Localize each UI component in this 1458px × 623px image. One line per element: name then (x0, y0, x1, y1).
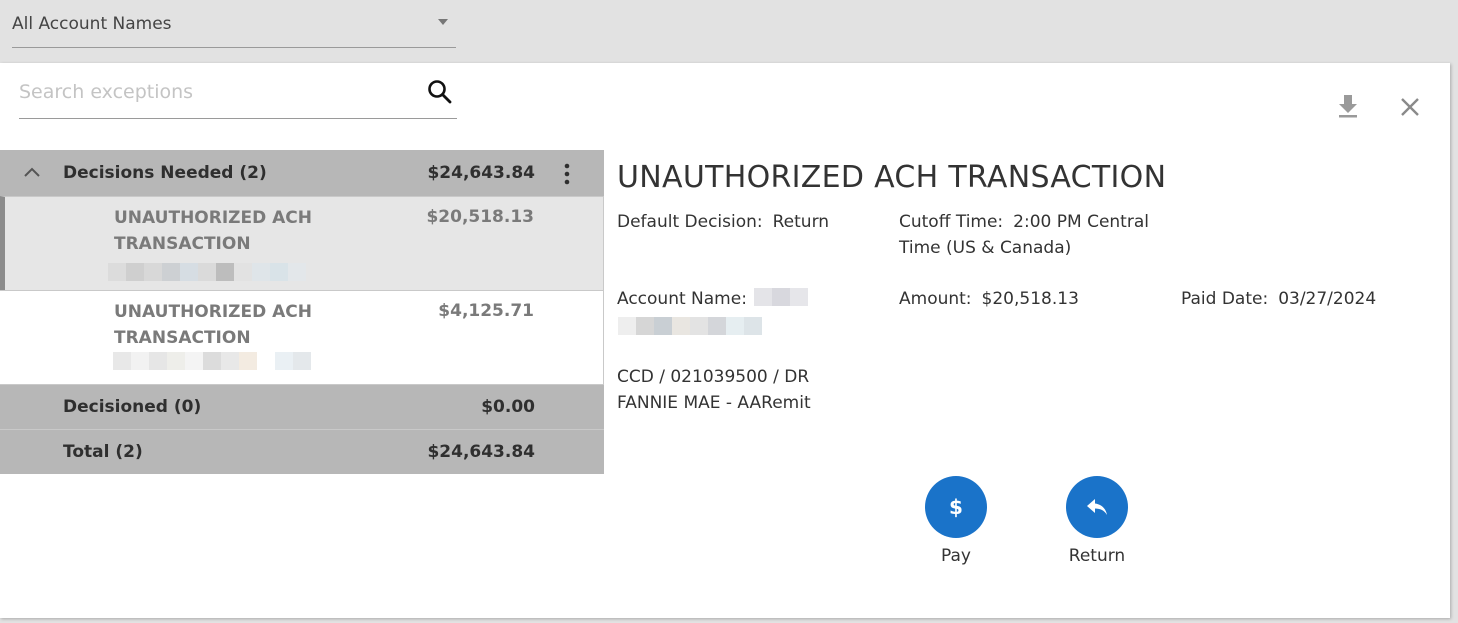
amount-value: $20,518.13 (981, 289, 1079, 309)
dollar-icon: $ (949, 495, 963, 519)
pay-circle[interactable]: $ (925, 476, 987, 538)
cutoff-time: Cutoff Time: 2:00 PM Central Time (US & C… (899, 209, 1159, 261)
memo-line-2: FANNIE MAE - AARemit (617, 393, 811, 413)
default-decision: Default Decision: Return (617, 209, 829, 235)
close-icon[interactable] (1398, 95, 1422, 119)
paid-date-value: 03/27/2024 (1278, 289, 1377, 309)
decisioned-row: Decisioned (0) $0.00 (0, 384, 604, 429)
exception-item-title: UNAUTHORIZED ACH TRANSACTION (114, 208, 312, 254)
search-box (19, 63, 457, 119)
cutoff-time-label: Cutoff Time: (899, 212, 1004, 232)
transaction-memo: CCD / 021039500 / DR FANNIE MAE - AARemi… (617, 364, 811, 416)
caret-down-icon (438, 19, 448, 25)
redacted-account-name (754, 288, 808, 306)
exception-item-amount: $4,125.71 (438, 301, 534, 321)
paid-date-label: Paid Date: (1181, 289, 1269, 309)
amount: Amount: $20,518.13 (899, 286, 1079, 312)
decisions-needed-header: Decisions Needed (2) $24,643.84 (0, 150, 604, 196)
return-button[interactable]: Return (1052, 476, 1142, 566)
default-decision-value: Return (772, 212, 830, 232)
decisioned-title: Decisioned (0) (63, 397, 202, 417)
paid-date: Paid Date: 03/27/2024 (1181, 286, 1376, 312)
exceptions-card: Decisions Needed (2) $24,643.84 UNAUTHOR… (0, 63, 1450, 618)
exception-item-amount: $20,518.13 (426, 207, 534, 227)
memo-line-1: CCD / 021039500 / DR (617, 367, 810, 387)
amount-label: Amount: (899, 289, 972, 309)
exception-list-item[interactable]: UNAUTHORIZED ACH TRANSACTION $20,518.13 (0, 196, 604, 290)
download-icon[interactable] (1336, 93, 1360, 119)
pay-label: Pay (941, 546, 971, 566)
account-select-value: All Account Names (12, 13, 172, 34)
total-row: Total (2) $24,643.84 (0, 429, 604, 474)
total-title: Total (2) (63, 442, 143, 462)
exception-list-item[interactable]: UNAUTHORIZED ACH TRANSACTION $4,125.71 (0, 290, 604, 384)
search-input[interactable] (19, 77, 409, 107)
total-amount: $24,643.84 (427, 442, 535, 462)
decisions-needed-amount: $24,643.84 (427, 163, 535, 183)
exception-item-title: UNAUTHORIZED ACH TRANSACTION (114, 302, 312, 348)
redacted-account-name (113, 352, 311, 370)
search-icon[interactable] (427, 79, 453, 105)
detail-title: UNAUTHORIZED ACH TRANSACTION (617, 160, 1167, 195)
svg-text:$: $ (949, 495, 963, 519)
default-decision-label: Default Decision: (617, 212, 763, 232)
account-name-label: Account Name: (617, 289, 747, 309)
account-name: Account Name: (617, 286, 757, 312)
decisions-needed-title: Decisions Needed (2) (63, 163, 267, 183)
decisioned-amount: $0.00 (481, 397, 535, 417)
pay-button[interactable]: $ Pay (911, 476, 1001, 566)
redacted-account-name (108, 263, 306, 281)
chevron-up-icon[interactable] (23, 165, 41, 179)
kebab-menu-icon[interactable] (562, 163, 572, 185)
exception-list: Decisions Needed (2) $24,643.84 UNAUTHOR… (0, 150, 604, 474)
redacted-account-number (618, 317, 762, 335)
reply-arrow-icon (1087, 499, 1107, 515)
return-label: Return (1068, 546, 1126, 566)
account-name-select[interactable]: All Account Names (12, 0, 456, 48)
return-circle[interactable] (1066, 476, 1128, 538)
